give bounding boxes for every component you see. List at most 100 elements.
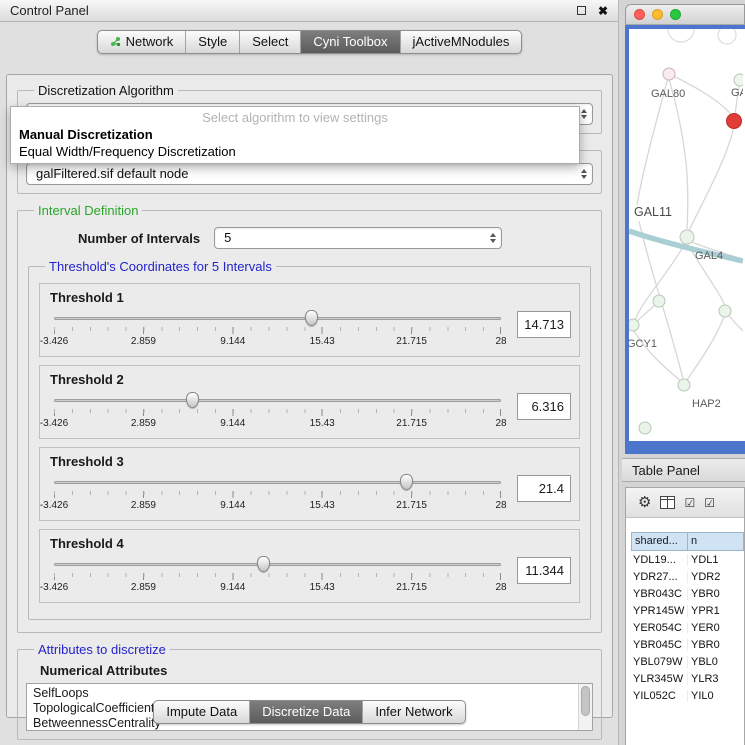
- network-node[interactable]: [678, 379, 690, 391]
- popup-option-equal-width[interactable]: Equal Width/Frequency Discretization: [11, 143, 579, 160]
- tick-label: 2.859: [131, 500, 156, 511]
- column-header-shared[interactable]: shared...: [631, 532, 688, 551]
- cell[interactable]: YBR043C: [631, 588, 688, 600]
- network-view-window: GAL80 GA GAL11 GAL4 GCY1 HAP2: [625, 4, 745, 454]
- tick-label: 15.43: [310, 582, 335, 593]
- cell[interactable]: YDL1: [688, 554, 744, 566]
- popup-placeholder-text: Select algorithm to view settings: [11, 109, 579, 126]
- cell[interactable]: YBR0: [688, 639, 744, 651]
- table-body: YDL19...YDL1 YDR27...YDR2 YBR043CYBR0 YP…: [626, 551, 744, 704]
- tab-style[interactable]: Style: [186, 31, 240, 53]
- node-label: GA: [731, 87, 743, 99]
- table-row[interactable]: YDR27...YDR2: [626, 568, 744, 585]
- network-node[interactable]: [653, 295, 665, 307]
- cell[interactable]: YBR0: [688, 588, 744, 600]
- cell[interactable]: YDR2: [688, 571, 744, 583]
- node-label: HAP2: [692, 398, 721, 410]
- table-row[interactable]: YER054CYER0: [626, 619, 744, 636]
- cell[interactable]: YLR3: [688, 673, 744, 685]
- node-label: GCY1: [629, 338, 657, 350]
- slider-thumb[interactable]: [400, 474, 413, 490]
- cell[interactable]: YIL0: [688, 690, 744, 702]
- threshold-panel-4: Threshold 4 -3.426 2.859 9.144 1: [39, 529, 580, 603]
- slider-tick-labels: -3.426 2.859 9.144 15.43 21.715 28: [54, 336, 501, 348]
- tab-infer-network[interactable]: Infer Network: [363, 701, 464, 723]
- popup-option-manual-discretization[interactable]: Manual Discretization: [11, 126, 579, 143]
- minimize-traffic-light[interactable]: [652, 9, 663, 20]
- threshold-3-slider[interactable]: -3.426 2.859 9.144 15.43 21.715 28: [48, 473, 507, 518]
- cell[interactable]: YLR345W: [631, 673, 688, 685]
- threshold-2-value-field[interactable]: 6.316: [517, 393, 571, 420]
- network-node[interactable]: [663, 68, 675, 80]
- cell[interactable]: YIL052C: [631, 690, 688, 702]
- threshold-4-slider[interactable]: -3.426 2.859 9.144 15.43 21.715 28: [48, 555, 507, 600]
- cell[interactable]: YPR145W: [631, 605, 688, 617]
- network-canvas[interactable]: GAL80 GA GAL11 GAL4 GCY1 HAP2: [629, 29, 745, 441]
- float-window-icon[interactable]: [577, 6, 586, 15]
- tab-network[interactable]: Network: [98, 31, 187, 53]
- table-row[interactable]: YBR043CYBR0: [626, 585, 744, 602]
- threshold-1-slider[interactable]: -3.426 2.859 9.144 15.43 21.715 28: [48, 309, 507, 354]
- slider-tick-labels: -3.426 2.859 9.144 15.43 21.715 28: [54, 418, 501, 430]
- tick-label: -3.426: [40, 582, 68, 593]
- list-item[interactable]: SelfLoops: [33, 686, 576, 701]
- tab-cyni-toolbox-label: Cyni Toolbox: [313, 34, 387, 49]
- tick-label: -3.426: [40, 500, 68, 511]
- slider-ticks: [54, 491, 501, 499]
- tick-label: -3.426: [40, 336, 68, 347]
- table-data-combobox[interactable]: galFiltered.sif default node: [26, 163, 593, 185]
- column-header-name[interactable]: n: [688, 532, 744, 551]
- tick-label: 15.43: [310, 500, 335, 511]
- network-node[interactable]: [639, 422, 651, 434]
- table-row[interactable]: YDL19...YDL1: [626, 551, 744, 568]
- tick-label: 28: [495, 582, 506, 593]
- cell[interactable]: YDR27...: [631, 571, 688, 583]
- cell[interactable]: YBL079W: [631, 656, 688, 668]
- tab-infer-network-label: Infer Network: [375, 704, 452, 719]
- table-toolbar: ⚙ ☑ ☑: [626, 488, 744, 518]
- network-node[interactable]: [719, 305, 731, 317]
- table-row[interactable]: YBL079WYBL0: [626, 653, 744, 670]
- tick-label: 9.144: [220, 336, 245, 347]
- close-traffic-light[interactable]: [634, 9, 645, 20]
- table-row[interactable]: YIL052CYIL0: [626, 687, 744, 704]
- threshold-panel-2: Threshold 2 -3.426 2.859 9.144 1: [39, 365, 580, 439]
- attributes-group: Attributes to discretize Numerical Attri…: [17, 642, 602, 740]
- combobox-stepper-icon: [490, 233, 496, 243]
- zoom-traffic-light[interactable]: [670, 9, 681, 20]
- slider-thumb[interactable]: [257, 556, 270, 572]
- cell[interactable]: YPR1: [688, 605, 744, 617]
- tab-impute-data[interactable]: Impute Data: [154, 701, 250, 723]
- network-node[interactable]: [629, 319, 639, 331]
- columns-icon[interactable]: [660, 496, 675, 509]
- network-node[interactable]: [734, 74, 743, 86]
- slider-thumb[interactable]: [186, 392, 199, 408]
- tab-jactivemnodules[interactable]: jActiveMNodules: [401, 31, 522, 53]
- cyni-toolbox-panel: Discretization Algorithm Select algorith…: [6, 74, 613, 718]
- selected-red-node[interactable]: [727, 114, 742, 129]
- tab-select[interactable]: Select: [240, 31, 301, 53]
- threshold-1-label: Threshold 1: [50, 290, 571, 305]
- network-node[interactable]: [680, 230, 694, 244]
- close-icon[interactable]: ✖: [598, 5, 608, 17]
- threshold-4-value-field[interactable]: 11.344: [517, 557, 571, 584]
- table-row[interactable]: YBR045CYBR0: [626, 636, 744, 653]
- control-panel: Control Panel ✖ Network: [0, 0, 619, 745]
- table-row[interactable]: YPR145WYPR1: [626, 602, 744, 619]
- threshold-2-slider[interactable]: -3.426 2.859 9.144 15.43 21.715 28: [48, 391, 507, 436]
- gear-icon[interactable]: ⚙: [638, 495, 651, 510]
- cell[interactable]: YER0: [688, 622, 744, 634]
- tab-cyni-toolbox[interactable]: Cyni Toolbox: [301, 31, 400, 53]
- cell[interactable]: YDL19...: [631, 554, 688, 566]
- tab-discretize-data[interactable]: Discretize Data: [250, 701, 363, 723]
- checkbox-icon[interactable]: ☑: [684, 497, 695, 509]
- checkbox-icon[interactable]: ☑: [704, 497, 715, 509]
- threshold-3-value-field[interactable]: 21.4: [517, 475, 571, 502]
- cell[interactable]: YER054C: [631, 622, 688, 634]
- cell[interactable]: YBR045C: [631, 639, 688, 651]
- table-row[interactable]: YLR345WYLR3: [626, 670, 744, 687]
- threshold-1-value-field[interactable]: 14.713: [517, 311, 571, 338]
- number-of-intervals-combobox[interactable]: 5: [214, 227, 502, 249]
- cell[interactable]: YBL0: [688, 656, 744, 668]
- slider-thumb[interactable]: [305, 310, 318, 326]
